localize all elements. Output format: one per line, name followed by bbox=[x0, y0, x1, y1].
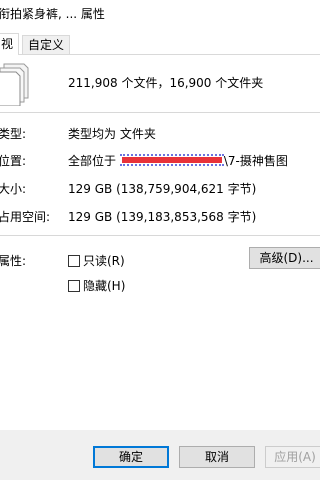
cancel-button[interactable]: 取消 bbox=[179, 446, 255, 468]
location-suffix: \7-摄神售图 bbox=[223, 154, 288, 168]
tab-customize[interactable]: 自定义 bbox=[22, 35, 71, 55]
disk-size-value: 129 GB (139,183,853,568 字节) bbox=[68, 210, 257, 224]
ok-button[interactable]: 确定 bbox=[93, 446, 169, 468]
attributes-label: 属性: bbox=[0, 254, 27, 268]
size-value: 129 GB (138,759,904,621 字节) bbox=[68, 182, 257, 196]
type-value: 类型均为 文件夹 bbox=[68, 127, 156, 141]
tab-general[interactable]: 视 bbox=[0, 33, 20, 55]
disk-size-label: 占用空间: bbox=[0, 210, 51, 224]
apply-button[interactable]: 应用(A) bbox=[265, 446, 320, 468]
location-value: 全部位于 \7-摄神售图 bbox=[68, 152, 288, 169]
hidden-label[interactable]: 隐藏(H) bbox=[83, 277, 125, 294]
separator bbox=[0, 112, 320, 113]
multiple-files-icon bbox=[0, 62, 34, 107]
window-title: 衔拍紧身裤, ... 属性 bbox=[0, 7, 105, 21]
separator bbox=[0, 235, 320, 236]
title-bar: 衔拍紧身裤, ... 属性 bbox=[0, 0, 320, 26]
tab-divider bbox=[0, 54, 320, 55]
readonly-checkbox[interactable] bbox=[68, 254, 80, 267]
readonly-label[interactable]: 只读(R) bbox=[83, 252, 125, 269]
hidden-checkbox[interactable] bbox=[68, 279, 80, 292]
type-label: 类型: bbox=[0, 127, 27, 141]
file-count-summary: 211,908 个文件，16,900 个文件夹 bbox=[68, 76, 264, 90]
redacted-path bbox=[119, 154, 224, 166]
readonly-row[interactable]: 只读(R) bbox=[68, 252, 125, 269]
size-label: 大小: bbox=[0, 182, 27, 196]
location-prefix: 全部位于 bbox=[68, 154, 117, 168]
hidden-row[interactable]: 隐藏(H) bbox=[68, 277, 125, 294]
location-label: 位置: bbox=[0, 154, 27, 168]
tab-strip: 视 自定义 bbox=[0, 33, 320, 55]
advanced-button[interactable]: 高级(D)... bbox=[249, 247, 320, 269]
